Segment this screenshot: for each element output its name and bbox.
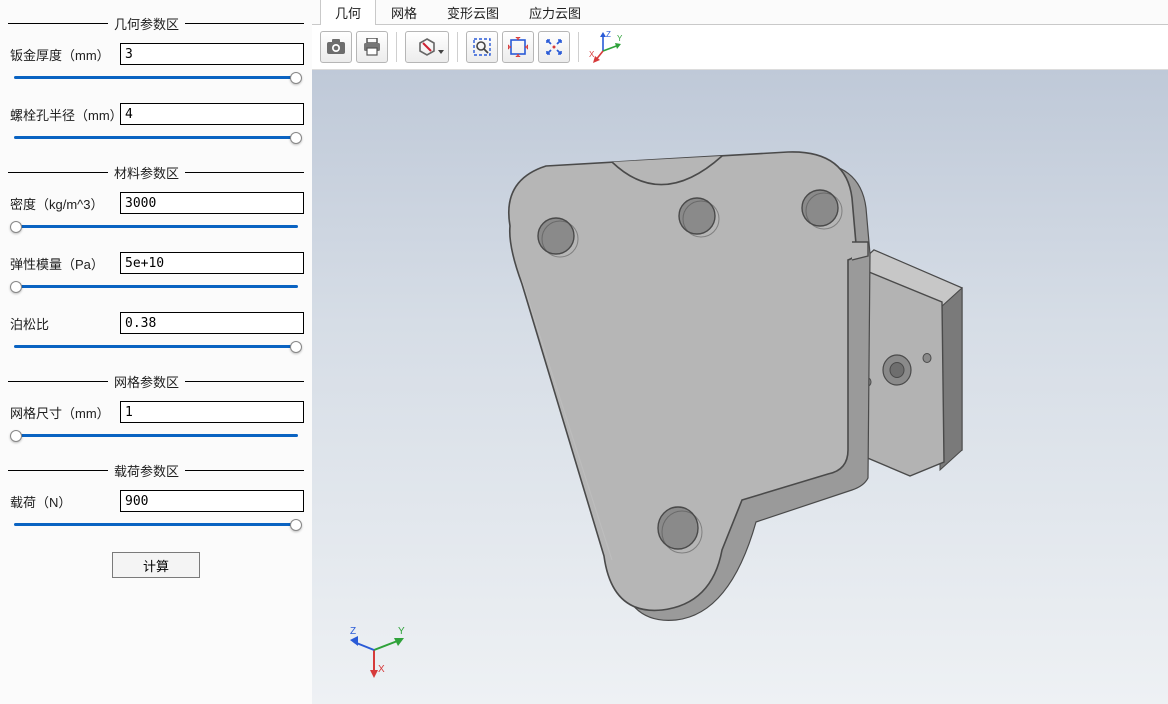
param-row-youngs: 弹性模量（Pa） [8,252,304,274]
compute-button[interactable]: 计算 [112,552,200,578]
cancel-icon [418,38,436,56]
camera-icon [326,39,346,55]
section-header-load: 载荷参数区 [8,461,304,480]
youngs-slider[interactable] [8,278,304,296]
youngs-input[interactable] [120,252,304,274]
cad-part [312,70,1168,704]
section-header-material: 材料参数区 [8,163,304,182]
section-title: 网格参数区 [108,372,185,391]
thickness-input[interactable] [120,43,304,65]
param-row-thickness: 钣金厚度（mm） [8,43,304,65]
toolbar-separator [457,32,458,62]
param-label: 密度（kg/m^3） [8,194,120,213]
poisson-slider[interactable] [8,338,304,356]
axis-orientation-button[interactable]: Z Y X [587,27,627,67]
screenshot-button[interactable] [320,31,352,63]
load-slider[interactable] [8,516,304,534]
print-icon [362,38,382,56]
param-row-bolt-radius: 螺栓孔半径（mm） [8,103,304,125]
svg-text:Z: Z [606,30,611,39]
param-label: 泊松比 [8,314,120,333]
axis-orientation-icon: Z Y X [589,29,625,65]
density-input[interactable] [120,192,304,214]
toolbar-separator [578,32,579,62]
section-header-geometry: 几何参数区 [8,14,304,33]
param-row-density: 密度（kg/m^3） [8,192,304,214]
zoom-to-selection-icon [544,37,564,57]
zoom-box-button[interactable] [466,31,498,63]
zoom-to-selection-button[interactable] [538,31,570,63]
chevron-down-icon [438,50,444,54]
section-title: 几何参数区 [108,14,185,33]
fit-all-button[interactable] [502,31,534,63]
param-label: 载荷（N） [8,492,120,511]
param-label: 弹性模量（Pa） [8,254,120,273]
svg-text:Y: Y [398,626,405,637]
cancel-dropdown-button[interactable] [405,31,449,63]
tab-mesh[interactable]: 网格 [376,0,432,25]
mesh-size-slider[interactable] [8,427,304,445]
parameter-panel: 几何参数区 钣金厚度（mm） 螺栓孔半径（mm） 材料参数区 密度（kg/m^3… [0,0,312,704]
section-title: 材料参数区 [108,163,185,182]
tab-strip: 几何 网格 变形云图 应力云图 [312,0,1168,24]
tab-geometry[interactable]: 几何 [320,0,376,25]
svg-text:X: X [378,664,385,675]
section-title: 载荷参数区 [108,461,185,480]
view-triad: X Y Z [348,620,418,680]
svg-text:Y: Y [617,34,623,43]
param-label: 钣金厚度（mm） [8,45,120,64]
mesh-size-input[interactable] [120,401,304,423]
tab-deform[interactable]: 变形云图 [432,0,514,25]
param-row-mesh-size: 网格尺寸（mm） [8,401,304,423]
load-input[interactable] [120,490,304,512]
bolt-radius-slider[interactable] [8,129,304,147]
zoom-box-icon [472,37,492,57]
bolt-radius-input[interactable] [120,103,304,125]
poisson-input[interactable] [120,312,304,334]
svg-text:X: X [589,50,595,59]
3d-viewport[interactable]: X Y Z [312,70,1168,704]
view-toolbar: Z Y X [312,24,1168,70]
svg-text:Z: Z [350,626,356,637]
density-slider[interactable] [8,218,304,236]
print-button[interactable] [356,31,388,63]
param-label: 螺栓孔半径（mm） [8,105,120,124]
param-row-load: 载荷（N） [8,490,304,512]
param-row-poisson: 泊松比 [8,312,304,334]
main-area: 几何 网格 变形云图 应力云图 [312,0,1168,704]
fit-all-icon [508,37,528,57]
param-label: 网格尺寸（mm） [8,403,120,422]
thickness-slider[interactable] [8,69,304,87]
tab-stress[interactable]: 应力云图 [514,0,596,25]
section-header-mesh: 网格参数区 [8,372,304,391]
toolbar-separator [396,32,397,62]
